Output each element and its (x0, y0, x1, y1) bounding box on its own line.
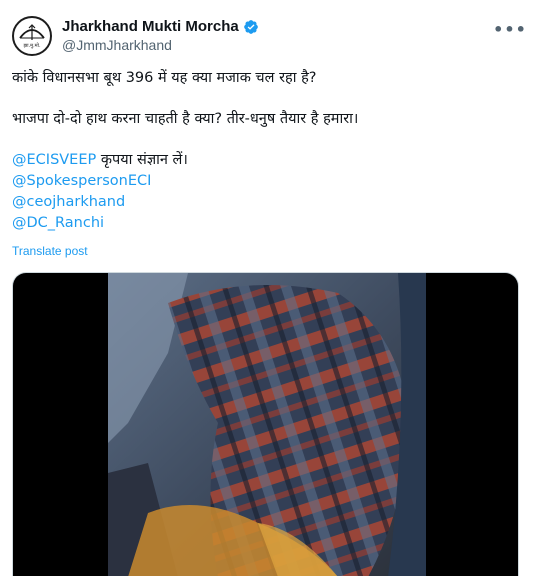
author-handle[interactable]: @JmmJharkhand (62, 37, 259, 53)
more-options-button[interactable]: ••• (493, 18, 526, 42)
video-player[interactable] (12, 272, 519, 576)
author-display-name[interactable]: Jharkhand Mukti Morcha (62, 18, 239, 35)
mention-line-1: @ECISVEEP कृपया संज्ञान लें। (12, 150, 532, 171)
translate-post-link[interactable]: Translate post (12, 244, 88, 258)
avatar[interactable]: झा.मु.मो. (12, 16, 52, 56)
tweet-card: झा.मु.मो. Jharkhand Mukti Morcha @JmmJha… (0, 0, 560, 576)
video-thumbnail-image (108, 273, 426, 576)
verified-badge-icon (243, 19, 258, 34)
tweet-text: कांके विधानसभा बूथ 396 में यह क्या मजाक … (12, 68, 532, 234)
video-frame (108, 273, 426, 576)
mention-line-2: @SpokespersonECI (12, 171, 532, 192)
tweet-line-2: भाजपा दो-दो हाथ करना चाहती है क्या? तीर-… (12, 111, 359, 127)
mention-link[interactable]: @ceojharkhand (12, 194, 125, 210)
mention-link[interactable]: @DC_Ranchi (12, 215, 104, 231)
mention-line-3: @ceojharkhand (12, 192, 532, 213)
mention-link[interactable]: @ECISVEEP (12, 152, 96, 168)
tweet-header: झा.मु.मो. Jharkhand Mukti Morcha @JmmJha… (12, 14, 548, 60)
request-text: कृपया संज्ञान लें। (96, 152, 188, 168)
author-info: Jharkhand Mukti Morcha @JmmJharkhand (62, 18, 259, 53)
mention-line-4: @DC_Ranchi (12, 213, 532, 234)
mention-link[interactable]: @SpokespersonECI (12, 173, 151, 189)
jmm-logo-icon: झा.मु.मो. (19, 24, 45, 49)
more-horizontal-icon: ••• (493, 20, 527, 39)
tweet-line-1: कांके विधानसभा बूथ 396 में यह क्या मजाक … (12, 70, 317, 86)
svg-text:झा.मु.मो.: झा.मु.मो. (23, 42, 41, 49)
